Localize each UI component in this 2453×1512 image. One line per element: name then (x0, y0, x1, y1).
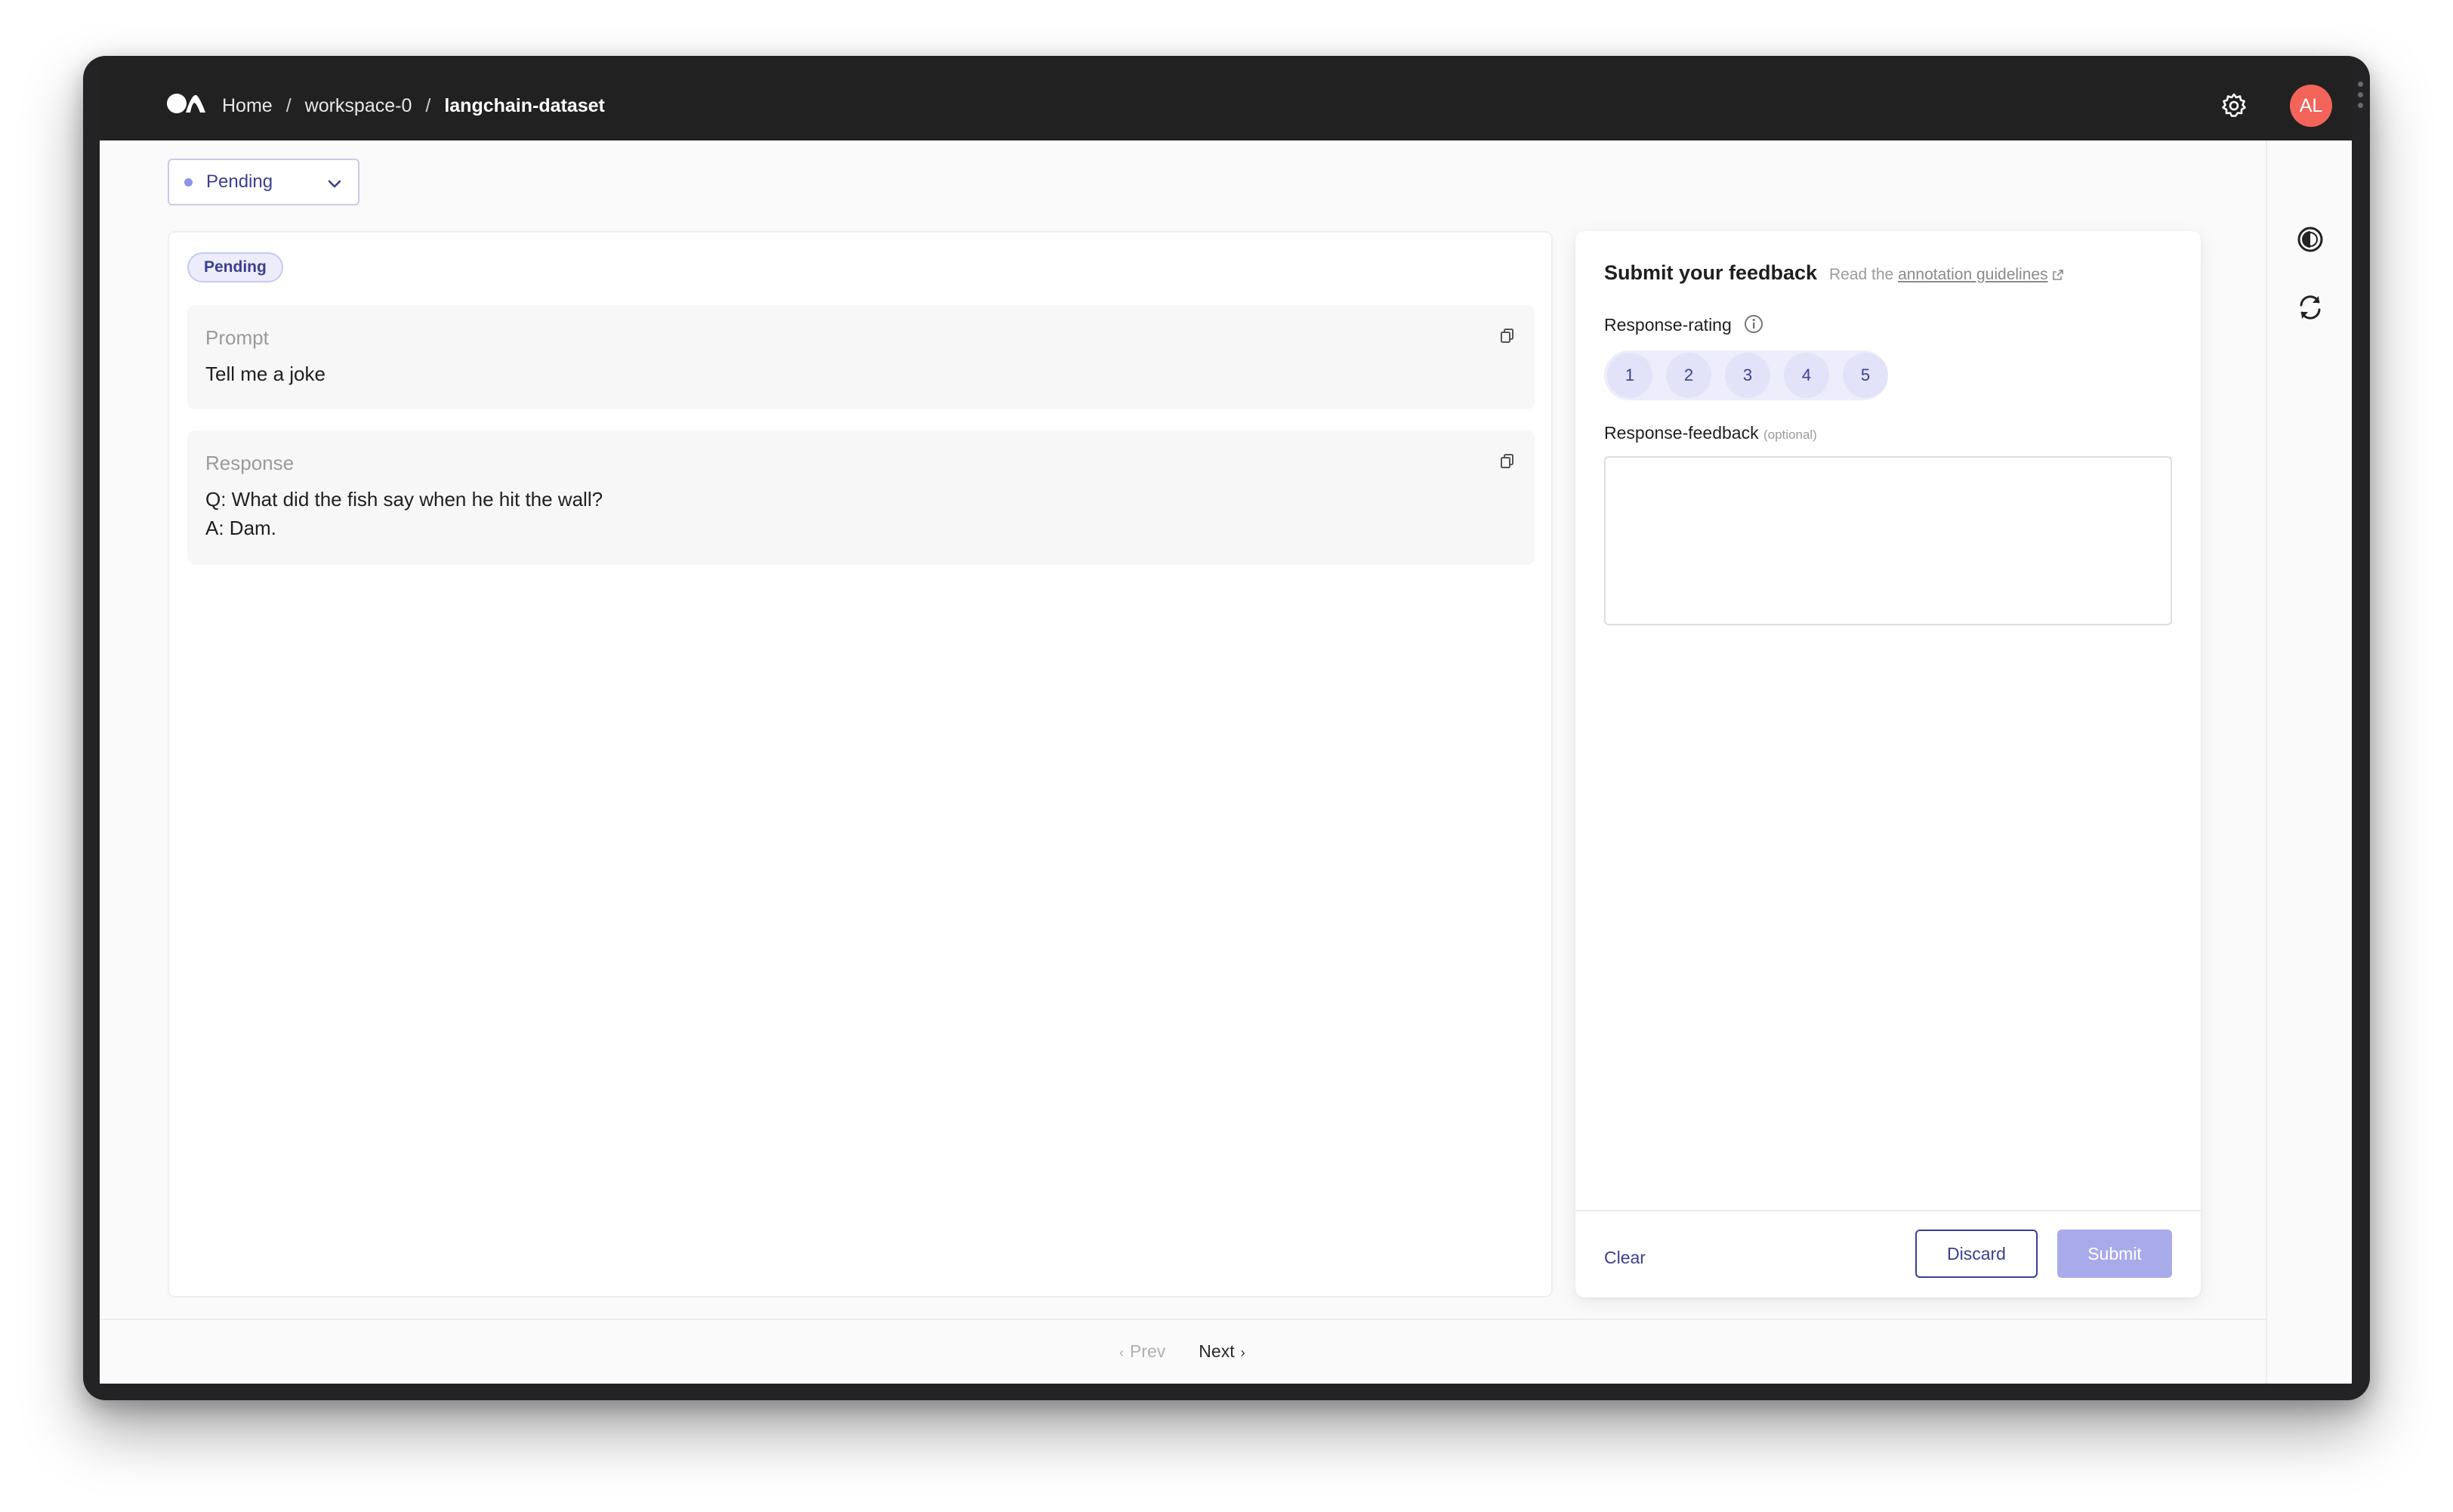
rating-option-4[interactable]: 4 (1784, 353, 1829, 398)
response-field: Response Q: What did the fish say when h… (187, 430, 1535, 565)
gear-icon[interactable] (2219, 91, 2249, 121)
status-filter-value: Pending (206, 171, 273, 192)
submit-button[interactable]: Submit (2057, 1230, 2172, 1278)
refresh-icon[interactable] (2296, 293, 2325, 322)
breadcrumb-separator: / (285, 95, 292, 116)
status-filter-select[interactable]: Pending (168, 159, 359, 205)
record-card: Pending Prompt Tell me a joke Response Q… (168, 231, 1553, 1298)
breadcrumb-separator: / (425, 95, 431, 116)
breadcrumb-home[interactable]: Home (222, 95, 273, 117)
feedback-title: Submit your feedback (1604, 261, 1818, 284)
external-link-icon (2052, 266, 2064, 283)
contrast-icon[interactable] (2296, 225, 2325, 254)
copy-icon[interactable] (1500, 453, 1515, 470)
panel-footer-divider (1575, 1210, 2201, 1211)
breadcrumb-dataset: langchain-dataset (444, 95, 605, 116)
rating-option-5[interactable]: 5 (1843, 353, 1888, 398)
status-dot (184, 177, 193, 187)
right-sidebar (2266, 140, 2352, 1384)
top-bar: Home / workspace-0 / langchain-dataset A… (100, 56, 2352, 140)
discard-button[interactable]: Discard (1915, 1230, 2038, 1278)
rating-option-3[interactable]: 3 (1725, 353, 1770, 398)
clear-button[interactable]: Clear (1604, 1248, 1646, 1268)
guidelines-prefix: Read the (1829, 266, 1894, 283)
info-icon[interactable] (1744, 314, 1763, 338)
status-badge: Pending (187, 252, 283, 282)
field-title: Prompt (205, 326, 269, 349)
prev-label: Prev (1130, 1341, 1166, 1361)
guidelines-link[interactable]: annotation guidelines (1898, 266, 2048, 283)
rating-label: Response-rating (1604, 315, 1732, 335)
rating-option-1[interactable]: 1 (1607, 353, 1652, 398)
rating-options: 1 2 3 4 5 (1604, 350, 1888, 400)
breadcrumb: Home / workspace-0 / langchain-dataset (222, 95, 605, 117)
avatar[interactable]: AL (2290, 85, 2332, 127)
rating-option-2[interactable]: 2 (1666, 353, 1711, 398)
field-text: Tell me a joke (205, 363, 326, 385)
device-frame: Home / workspace-0 / langchain-dataset A… (83, 56, 2370, 1400)
logo-icon[interactable] (166, 92, 207, 119)
optional-hint: (optional) (1763, 427, 1817, 442)
window-dots (2358, 82, 2364, 113)
feedback-question-label: Response-feedback (optional) (1604, 423, 1817, 443)
copy-icon[interactable] (1500, 328, 1515, 344)
next-button[interactable]: Next › (1199, 1341, 1251, 1362)
feedback-textarea[interactable] (1604, 456, 2172, 625)
chevron-left-icon: ‹ (1119, 1345, 1124, 1360)
feedback-panel: Submit your feedback Read the annotation… (1575, 231, 2201, 1298)
field-title: Response (205, 452, 295, 474)
next-label: Next (1199, 1341, 1235, 1361)
pagination: ‹ Prev Next › (1113, 1341, 1251, 1362)
chevron-right-icon: › (1240, 1345, 1245, 1360)
breadcrumb-workspace[interactable]: workspace-0 (305, 95, 412, 117)
prev-button[interactable]: ‹ Prev (1113, 1341, 1165, 1362)
prompt-field: Prompt Tell me a joke (187, 305, 1535, 409)
pagination-bar: ‹ Prev Next › (100, 1319, 2267, 1384)
feedback-text-label: Response-feedback (1604, 423, 1759, 443)
guidelines-text: Read the annotation guidelines (1829, 266, 2064, 284)
app-screen: Home / workspace-0 / langchain-dataset A… (100, 56, 2352, 1384)
chevron-down-icon (326, 175, 343, 196)
field-text: Q: What did the fish say when he hit the… (205, 488, 603, 539)
rating-question-label: Response-rating (1604, 314, 1763, 338)
